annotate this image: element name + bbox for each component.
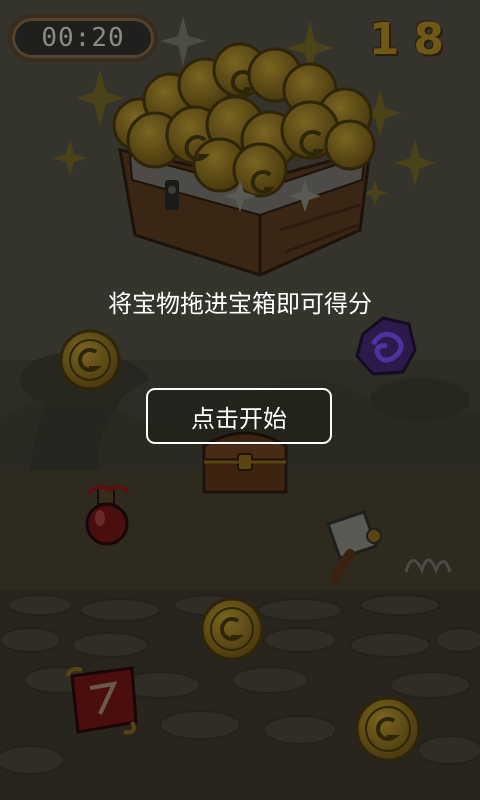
claw-prop [404,558,452,575]
purple-gem-icon[interactable] [353,314,419,378]
gold-coin-icon[interactable] [354,695,422,763]
red-potion-icon[interactable] [80,480,138,550]
gold-coin-icon[interactable] [199,596,265,662]
hammer-icon[interactable] [314,506,398,584]
timer-text: 00:20 [41,23,125,53]
score-display: 18 [368,14,458,65]
timer-display: 00:20 [8,14,158,62]
start-button[interactable]: 点击开始 [146,388,332,444]
treasure-chest-icon[interactable] [110,30,380,285]
gold-coin-icon[interactable] [58,328,122,392]
red-scroll-icon[interactable] [62,662,144,740]
